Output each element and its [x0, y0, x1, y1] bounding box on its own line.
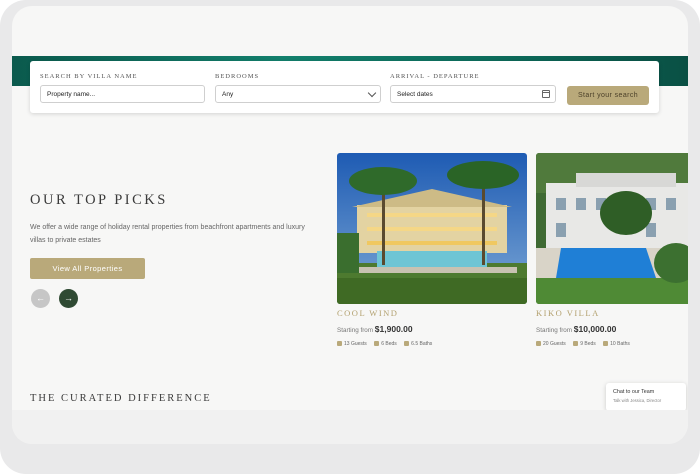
bath-icon	[404, 341, 410, 346]
search-bar: SEARCH BY VILLA NAME Property name... BE…	[30, 61, 659, 113]
price-prefix: Starting from	[536, 327, 573, 334]
guests-icon	[337, 341, 342, 346]
chevron-down-icon	[367, 88, 377, 98]
chat-title[interactable]: Chat to our Team	[613, 389, 654, 395]
browser-screen: SEARCH BY VILLA NAME Property name... BE…	[12, 6, 688, 444]
bed-icon	[573, 341, 579, 346]
property-name[interactable]: COOL WIND	[337, 308, 398, 318]
property-image-cool-wind[interactable]	[337, 153, 527, 304]
property-image-kiko-villa[interactable]	[536, 153, 688, 304]
price-value: $1,900.00	[374, 324, 413, 334]
villa-name-label: SEARCH BY VILLA NAME	[40, 73, 138, 80]
baths-count: 6.5 Baths	[404, 341, 432, 347]
property-price: Starting from $1,900.00	[337, 324, 413, 334]
property-price: Starting from $10,000.00	[536, 324, 616, 334]
bed-icon	[374, 341, 380, 346]
carousel-prev-button[interactable]: ←	[31, 289, 50, 308]
bedrooms-select[interactable]: Any	[215, 85, 381, 103]
view-all-properties-button[interactable]: View All Properties	[30, 258, 145, 279]
villa-name-input[interactable]: Property name...	[40, 85, 205, 103]
device-frame: SEARCH BY VILLA NAME Property name... BE…	[0, 0, 700, 474]
bedrooms-value: Any	[222, 91, 234, 98]
carousel-next-button[interactable]: →	[59, 289, 78, 308]
dates-value: Select dates	[397, 91, 433, 98]
top-picks-heading: OUR TOP PICKS	[30, 192, 168, 208]
page-bottom-fade	[12, 410, 688, 444]
baths-count: 10 Baths	[603, 341, 630, 347]
dates-input[interactable]: Select dates	[390, 85, 556, 103]
property-name[interactable]: KIKO VILLA	[536, 308, 600, 318]
curated-difference-heading: THE CURATED DIFFERENCE	[30, 393, 212, 404]
dates-label: ARRIVAL - DEPARTURE	[390, 73, 480, 80]
bedrooms-label: BEDROOMS	[215, 73, 260, 80]
guests-count: 20 Guests	[536, 341, 566, 347]
bath-icon	[603, 341, 609, 346]
price-value: $10,000.00	[573, 324, 617, 334]
calendar-icon[interactable]	[542, 90, 550, 98]
arrow-left-icon: ←	[36, 293, 45, 303]
beds-count: 9 Beds	[573, 341, 596, 347]
guests-icon	[536, 341, 541, 346]
beds-count: 6 Beds	[374, 341, 397, 347]
start-search-button[interactable]: Start your search	[567, 86, 649, 105]
guests-count: 13 Guests	[337, 341, 367, 347]
arrow-right-icon: →	[64, 293, 73, 303]
price-prefix: Starting from	[337, 327, 374, 334]
property-meta: 13 Guests 6 Beds 6.5 Baths	[337, 341, 438, 347]
property-meta: 20 Guests 9 Beds 10 Baths	[536, 341, 636, 347]
chat-widget[interactable]: Chat to our Team Talk with Jessica, Dire…	[606, 383, 686, 411]
chat-subtitle: Talk with Jessica, Director	[613, 398, 662, 403]
top-picks-description: We offer a wide range of holiday rental …	[30, 224, 305, 244]
